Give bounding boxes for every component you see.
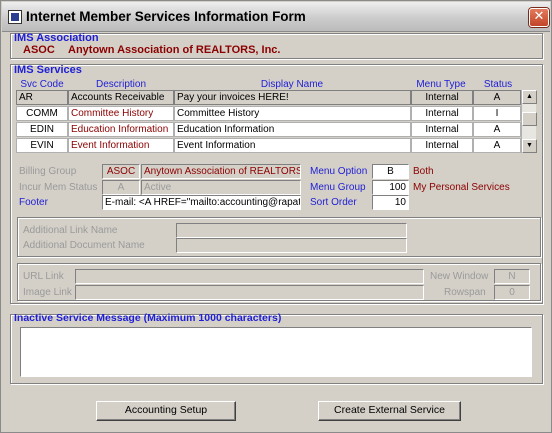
table-row[interactable]: EDIN Education Information Education Inf… [16, 122, 524, 138]
cell-status[interactable]: I [473, 106, 521, 121]
image-link-field [75, 285, 424, 300]
cell-menu-type[interactable]: Internal [411, 138, 473, 153]
column-header-menu-type: Menu Type [416, 79, 466, 90]
rowspan-label: Rowspan [444, 287, 486, 298]
services-scrollbar[interactable]: ▲ ▼ [521, 90, 537, 153]
column-header-status: Status [483, 79, 513, 90]
billing-group-name-field[interactable]: Anytown Association of REALTORS, I [141, 164, 301, 179]
incur-mem-status-label: Incur Mem Status [19, 182, 98, 193]
cell-description[interactable]: Education Information [68, 122, 174, 137]
scroll-up-button[interactable]: ▲ [522, 90, 537, 104]
member-services-window: Internet Member Services Information For… [0, 0, 552, 433]
cell-svc-code[interactable]: EVIN [16, 138, 68, 153]
accounting-setup-button[interactable]: Accounting Setup [96, 401, 236, 421]
menu-group-field[interactable]: 100 [372, 180, 409, 195]
window-title: Internet Member Services Information For… [26, 9, 306, 24]
arrow-up-icon: ▲ [526, 93, 533, 100]
billing-group-code-field[interactable]: ASOC [102, 164, 140, 179]
column-header-svc-code: Svc Code [20, 79, 64, 90]
cell-display-name[interactable]: Pay your invoices HERE! [174, 90, 411, 105]
sort-order-label: Sort Order [310, 197, 357, 208]
cell-svc-code[interactable]: EDIN [16, 122, 68, 137]
cell-display-name[interactable]: Education Information [174, 122, 411, 137]
menu-option-field[interactable]: B [372, 164, 409, 179]
table-row[interactable]: AR Accounts Receivable Pay your invoices… [16, 90, 524, 106]
app-icon [8, 10, 22, 24]
column-header-description: Description [95, 79, 147, 90]
additional-link-name-field [176, 223, 407, 238]
close-icon: ✕ [533, 9, 545, 24]
services-header: IMS Services [14, 64, 82, 76]
menu-option-label: Menu Option [310, 166, 368, 177]
scroll-thumb[interactable] [522, 112, 537, 126]
cell-display-name[interactable]: Event Information [174, 138, 411, 153]
additional-document-name-label: Additional Document Name [23, 240, 145, 251]
association-header: IMS Association [14, 32, 99, 44]
footer-field[interactable]: E-mail: <A HREF="mailto:accounting@rapat… [102, 195, 301, 210]
incur-mem-status-name-field: Active [141, 180, 301, 195]
association-code: ASOC [23, 44, 55, 56]
menu-option-name: Both [413, 166, 434, 177]
additional-document-name-field [176, 238, 407, 253]
menu-group-name: My Personal Services [413, 182, 510, 193]
cell-description[interactable]: Event Information [68, 138, 174, 153]
menu-group-label: Menu Group [310, 182, 366, 193]
column-header-display-name: Display Name [260, 79, 324, 90]
cell-svc-code[interactable]: AR [16, 90, 68, 105]
sort-order-field[interactable]: 10 [372, 195, 409, 210]
billing-group-label: Billing Group [19, 166, 77, 177]
cell-menu-type[interactable]: Internal [411, 122, 473, 137]
cell-description[interactable]: Accounts Receivable [68, 90, 174, 105]
new-window-field: N [494, 269, 530, 284]
incur-mem-status-code-field: A [102, 180, 140, 195]
image-link-label: Image Link [23, 287, 72, 298]
association-name: Anytown Association of REALTORS, Inc. [68, 44, 281, 56]
inactive-message-header: Inactive Service Message (Maximum 1000 c… [14, 312, 282, 324]
rowspan-field: 0 [494, 285, 530, 300]
cell-status[interactable]: A [473, 138, 521, 153]
services-table: AR Accounts Receivable Pay your invoices… [16, 90, 539, 153]
inactive-message-textarea[interactable] [20, 327, 532, 377]
close-button[interactable]: ✕ [529, 8, 549, 27]
footer-label: Footer [19, 197, 48, 208]
url-link-field [75, 269, 424, 284]
scroll-down-button[interactable]: ▼ [522, 139, 537, 153]
table-row[interactable]: EVIN Event Information Event Information… [16, 138, 524, 154]
create-external-service-button[interactable]: Create External Service [318, 401, 461, 421]
url-link-label: URL Link [23, 271, 64, 282]
cell-menu-type[interactable]: Internal [411, 106, 473, 121]
cell-description[interactable]: Committee History [68, 106, 174, 121]
arrow-down-icon: ▼ [526, 142, 533, 149]
cell-display-name[interactable]: Committee History [174, 106, 411, 121]
cell-svc-code[interactable]: COMM [16, 106, 68, 121]
new-window-label: New Window [430, 271, 489, 282]
cell-status[interactable]: A [473, 90, 521, 105]
table-row[interactable]: COMM Committee History Committee History… [16, 106, 524, 122]
title-bar[interactable]: Internet Member Services Information For… [2, 2, 550, 32]
cell-status[interactable]: A [473, 122, 521, 137]
additional-link-name-label: Additional Link Name [23, 225, 118, 236]
cell-menu-type[interactable]: Internal [411, 90, 473, 105]
